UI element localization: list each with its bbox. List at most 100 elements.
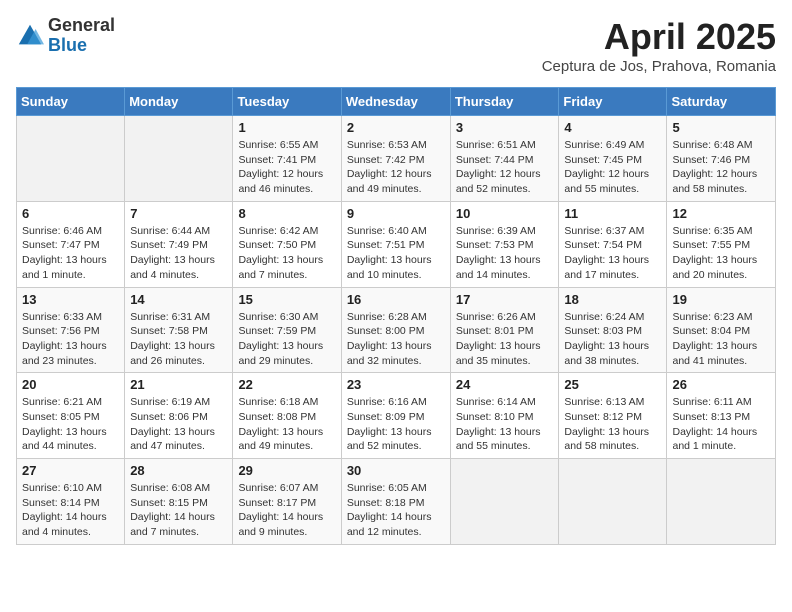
day-info: Sunrise: 6:11 AMSunset: 8:13 PMDaylight:… bbox=[672, 395, 770, 454]
day-number: 22 bbox=[238, 377, 335, 392]
day-info: Sunrise: 6:19 AMSunset: 8:06 PMDaylight:… bbox=[130, 395, 227, 454]
day-info: Sunrise: 6:16 AMSunset: 8:09 PMDaylight:… bbox=[347, 395, 445, 454]
day-number: 3 bbox=[456, 120, 554, 135]
day-number: 24 bbox=[456, 377, 554, 392]
day-number: 7 bbox=[130, 206, 227, 221]
calendar-cell: 22 Sunrise: 6:18 AMSunset: 8:08 PMDayligh… bbox=[233, 373, 341, 459]
day-info: Sunrise: 6:33 AMSunset: 7:56 PMDaylight:… bbox=[22, 310, 119, 369]
weekday-header-wednesday: Wednesday bbox=[341, 88, 450, 116]
day-info: Sunrise: 6:10 AMSunset: 8:14 PMDaylight:… bbox=[22, 481, 119, 540]
day-info: Sunrise: 6:37 AMSunset: 7:54 PMDaylight:… bbox=[564, 224, 661, 283]
day-number: 13 bbox=[22, 292, 119, 307]
day-info: Sunrise: 6:08 AMSunset: 8:15 PMDaylight:… bbox=[130, 481, 227, 540]
calendar-cell: 8 Sunrise: 6:42 AMSunset: 7:50 PMDaylight… bbox=[233, 201, 341, 287]
day-info: Sunrise: 6:51 AMSunset: 7:44 PMDaylight:… bbox=[456, 138, 554, 197]
calendar-week-row: 20Sunrise: 6:21 AMSunset: 8:05 PMDayligh… bbox=[17, 373, 776, 459]
calendar-cell: 18Sunrise: 6:24 AMSunset: 8:03 PMDayligh… bbox=[559, 287, 667, 373]
calendar-cell: 24 Sunrise: 6:14 AMSunset: 8:10 PMDayligh… bbox=[450, 373, 559, 459]
calendar-cell: 4Sunrise: 6:49 AMSunset: 7:45 PMDaylight… bbox=[559, 116, 667, 202]
calendar-cell: 20Sunrise: 6:21 AMSunset: 8:05 PMDayligh… bbox=[17, 373, 125, 459]
calendar-week-row: 6 Sunrise: 6:46 AMSunset: 7:47 PMDaylight… bbox=[17, 201, 776, 287]
day-number: 23 bbox=[347, 377, 445, 392]
calendar-body: 1Sunrise: 6:55 AMSunset: 7:41 PMDaylight… bbox=[17, 116, 776, 545]
day-number: 19 bbox=[672, 292, 770, 307]
weekday-header-monday: Monday bbox=[125, 88, 233, 116]
day-number: 2 bbox=[347, 120, 445, 135]
day-info: Sunrise: 6:31 AMSunset: 7:58 PMDaylight:… bbox=[130, 310, 227, 369]
day-number: 16 bbox=[347, 292, 445, 307]
logo: General Blue bbox=[16, 16, 115, 56]
day-info: Sunrise: 6:48 AMSunset: 7:46 PMDaylight:… bbox=[672, 138, 770, 197]
location-title: Ceptura de Jos, Prahova, Romania bbox=[542, 58, 776, 75]
calendar-week-row: 13 Sunrise: 6:33 AMSunset: 7:56 PMDayligh… bbox=[17, 287, 776, 373]
day-number: 18 bbox=[564, 292, 661, 307]
calendar-cell bbox=[667, 459, 776, 545]
day-info: Sunrise: 6:49 AMSunset: 7:45 PMDaylight:… bbox=[564, 138, 661, 197]
logo-general-text: General bbox=[48, 16, 115, 36]
month-title: April 2025 bbox=[542, 16, 776, 58]
day-number: 29 bbox=[238, 463, 335, 478]
day-info: Sunrise: 6:14 AMSunset: 8:10 PMDaylight:… bbox=[456, 395, 554, 454]
day-info: Sunrise: 6:18 AMSunset: 8:08 PMDaylight:… bbox=[238, 395, 335, 454]
calendar-cell: 16 Sunrise: 6:28 AMSunset: 8:00 PMDayligh… bbox=[341, 287, 450, 373]
day-info: Sunrise: 6:28 AMSunset: 8:00 PMDaylight:… bbox=[347, 310, 445, 369]
weekday-header-row: SundayMondayTuesdayWednesdayThursdayFrid… bbox=[17, 88, 776, 116]
calendar-cell: 21 Sunrise: 6:19 AMSunset: 8:06 PMDayligh… bbox=[125, 373, 233, 459]
calendar-cell bbox=[450, 459, 559, 545]
logo-icon bbox=[16, 22, 44, 50]
weekday-header-tuesday: Tuesday bbox=[233, 88, 341, 116]
page-header: General Blue April 2025 Ceptura de Jos, … bbox=[16, 16, 776, 75]
day-info: Sunrise: 6:46 AMSunset: 7:47 PMDaylight:… bbox=[22, 224, 119, 283]
day-number: 15 bbox=[238, 292, 335, 307]
calendar-cell: 14 Sunrise: 6:31 AMSunset: 7:58 PMDayligh… bbox=[125, 287, 233, 373]
day-info: Sunrise: 6:07 AMSunset: 8:17 PMDaylight:… bbox=[238, 481, 335, 540]
day-info: Sunrise: 6:40 AMSunset: 7:51 PMDaylight:… bbox=[347, 224, 445, 283]
calendar-cell bbox=[125, 116, 233, 202]
day-number: 26 bbox=[672, 377, 770, 392]
calendar-cell bbox=[559, 459, 667, 545]
calendar-cell bbox=[17, 116, 125, 202]
weekday-header-sunday: Sunday bbox=[17, 88, 125, 116]
day-info: Sunrise: 6:26 AMSunset: 8:01 PMDaylight:… bbox=[456, 310, 554, 369]
day-number: 20 bbox=[22, 377, 119, 392]
day-number: 30 bbox=[347, 463, 445, 478]
calendar-cell: 1Sunrise: 6:55 AMSunset: 7:41 PMDaylight… bbox=[233, 116, 341, 202]
weekday-header-thursday: Thursday bbox=[450, 88, 559, 116]
day-info: Sunrise: 6:30 AMSunset: 7:59 PMDaylight:… bbox=[238, 310, 335, 369]
calendar-cell: 12 Sunrise: 6:35 AMSunset: 7:55 PMDayligh… bbox=[667, 201, 776, 287]
calendar-cell: 13 Sunrise: 6:33 AMSunset: 7:56 PMDayligh… bbox=[17, 287, 125, 373]
day-number: 6 bbox=[22, 206, 119, 221]
calendar-cell: 2 Sunrise: 6:53 AMSunset: 7:42 PMDaylight… bbox=[341, 116, 450, 202]
day-info: Sunrise: 6:39 AMSunset: 7:53 PMDaylight:… bbox=[456, 224, 554, 283]
day-info: Sunrise: 6:35 AMSunset: 7:55 PMDaylight:… bbox=[672, 224, 770, 283]
day-number: 14 bbox=[130, 292, 227, 307]
calendar-cell: 29 Sunrise: 6:07 AMSunset: 8:17 PMDayligh… bbox=[233, 459, 341, 545]
day-number: 12 bbox=[672, 206, 770, 221]
calendar-cell: 26 Sunrise: 6:11 AMSunset: 8:13 PMDayligh… bbox=[667, 373, 776, 459]
calendar-cell: 23 Sunrise: 6:16 AMSunset: 8:09 PMDayligh… bbox=[341, 373, 450, 459]
calendar-table: SundayMondayTuesdayWednesdayThursdayFrid… bbox=[16, 87, 776, 545]
day-number: 1 bbox=[238, 120, 335, 135]
calendar-cell: 3 Sunrise: 6:51 AMSunset: 7:44 PMDaylight… bbox=[450, 116, 559, 202]
day-info: Sunrise: 6:53 AMSunset: 7:42 PMDaylight:… bbox=[347, 138, 445, 197]
weekday-header-friday: Friday bbox=[559, 88, 667, 116]
title-block: April 2025 Ceptura de Jos, Prahova, Roma… bbox=[542, 16, 776, 75]
day-number: 5 bbox=[672, 120, 770, 135]
calendar-cell: 11Sunrise: 6:37 AMSunset: 7:54 PMDayligh… bbox=[559, 201, 667, 287]
day-number: 28 bbox=[130, 463, 227, 478]
day-info: Sunrise: 6:42 AMSunset: 7:50 PMDaylight:… bbox=[238, 224, 335, 283]
day-info: Sunrise: 6:23 AMSunset: 8:04 PMDaylight:… bbox=[672, 310, 770, 369]
calendar-cell: 10 Sunrise: 6:39 AMSunset: 7:53 PMDayligh… bbox=[450, 201, 559, 287]
calendar-cell: 27Sunrise: 6:10 AMSunset: 8:14 PMDayligh… bbox=[17, 459, 125, 545]
calendar-header: SundayMondayTuesdayWednesdayThursdayFrid… bbox=[17, 88, 776, 116]
calendar-week-row: 1Sunrise: 6:55 AMSunset: 7:41 PMDaylight… bbox=[17, 116, 776, 202]
day-number: 9 bbox=[347, 206, 445, 221]
day-number: 8 bbox=[238, 206, 335, 221]
day-number: 21 bbox=[130, 377, 227, 392]
calendar-week-row: 27Sunrise: 6:10 AMSunset: 8:14 PMDayligh… bbox=[17, 459, 776, 545]
calendar-cell: 19 Sunrise: 6:23 AMSunset: 8:04 PMDayligh… bbox=[667, 287, 776, 373]
calendar-cell: 5 Sunrise: 6:48 AMSunset: 7:46 PMDaylight… bbox=[667, 116, 776, 202]
day-info: Sunrise: 6:44 AMSunset: 7:49 PMDaylight:… bbox=[130, 224, 227, 283]
day-number: 10 bbox=[456, 206, 554, 221]
calendar-cell: 17Sunrise: 6:26 AMSunset: 8:01 PMDayligh… bbox=[450, 287, 559, 373]
